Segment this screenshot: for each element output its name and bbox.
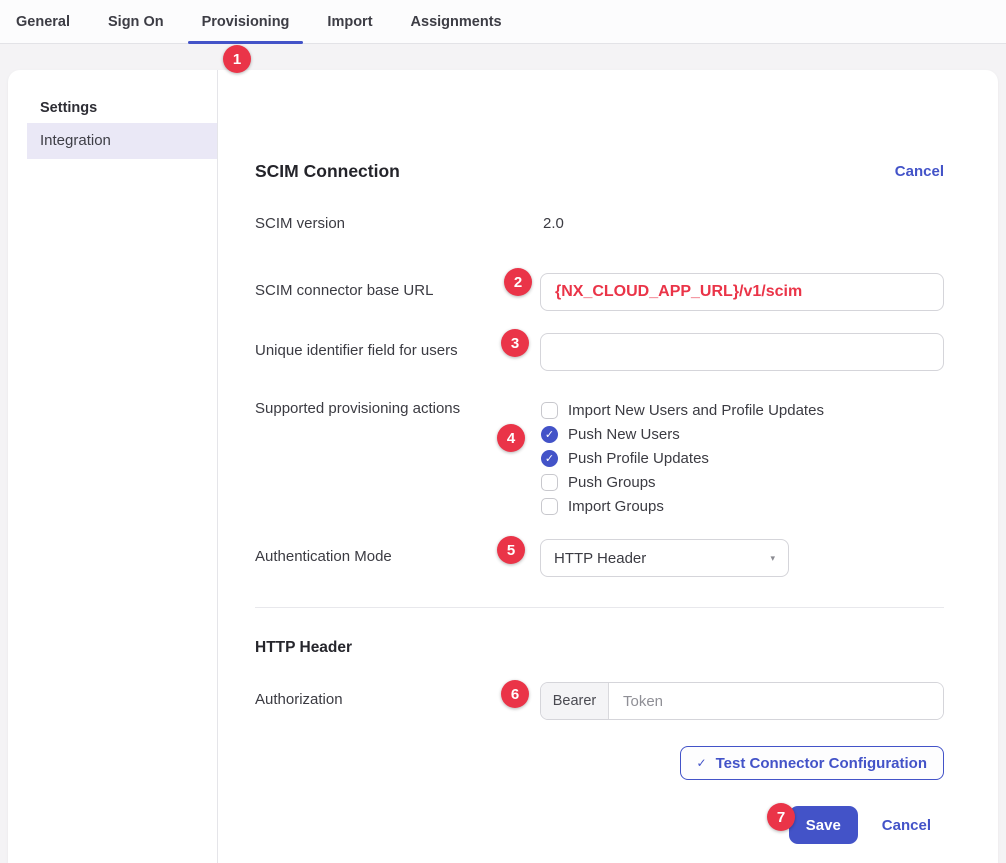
annotation-badge-7: 7	[767, 803, 795, 831]
page-title: SCIM Connection	[255, 161, 400, 182]
annotation-badge-6: 6	[501, 680, 529, 708]
unique-id-input[interactable]	[540, 333, 944, 371]
annotation-badge-4: 4	[497, 424, 525, 452]
actions-label: Supported provisioning actions	[255, 398, 540, 417]
cancel-link-bottom[interactable]: Cancel	[882, 817, 931, 834]
check-icon: ✓	[697, 756, 707, 770]
checkbox-icon[interactable]	[541, 474, 558, 491]
checkbox-icon[interactable]	[541, 498, 558, 515]
annotation-badge-5: 5	[497, 536, 525, 564]
tab-general[interactable]: General	[2, 0, 84, 43]
checkbox-label: Push New Users	[568, 426, 680, 443]
annotation-badge-1: 1	[223, 45, 251, 73]
checkbox-label: Import Groups	[568, 498, 664, 515]
provisioning-card: Settings Integration SCIM Connection Can…	[8, 70, 998, 863]
app-tab-bar: General Sign On Provisioning Import Assi…	[0, 0, 1006, 44]
section-divider	[255, 607, 944, 608]
token-input[interactable]	[609, 683, 943, 719]
annotation-badge-3: 3	[501, 329, 529, 357]
save-button[interactable]: Save	[789, 806, 858, 844]
cancel-link-top[interactable]: Cancel	[895, 163, 944, 180]
auth-mode-selected-value: HTTP Header	[554, 550, 646, 567]
checkbox-checked-icon[interactable]: ✓	[541, 450, 558, 467]
tab-sign-on[interactable]: Sign On	[94, 0, 178, 43]
checkbox-label: Push Groups	[568, 474, 656, 491]
unique-id-label: Unique identifier field for users	[255, 333, 540, 359]
checkbox-checked-icon[interactable]: ✓	[541, 426, 558, 443]
checkbox-label: Push Profile Updates	[568, 450, 709, 467]
chevron-down-icon: ▾	[770, 553, 775, 564]
scim-version-value: 2.0	[540, 215, 944, 232]
authorization-label: Authorization	[255, 682, 540, 708]
settings-sidebar: Settings Integration	[8, 70, 218, 863]
checkbox-push-new-users[interactable]: ✓ Push New Users	[541, 422, 944, 446]
http-header-section-title: HTTP Header	[255, 638, 944, 658]
test-button-label: Test Connector Configuration	[716, 755, 927, 772]
base-url-label: SCIM connector base URL	[255, 273, 540, 299]
checkbox-label: Import New Users and Profile Updates	[568, 402, 824, 419]
checkbox-import-new-users[interactable]: Import New Users and Profile Updates	[541, 398, 944, 422]
checkbox-push-groups[interactable]: Push Groups	[541, 470, 944, 494]
annotation-badge-2: 2	[504, 268, 532, 296]
bearer-prefix: Bearer	[541, 683, 609, 719]
sidebar-item-integration[interactable]: Integration	[27, 123, 217, 159]
scim-connection-form: SCIM Connection Cancel SCIM version 2.0 …	[218, 70, 998, 863]
authorization-input-group: Bearer	[540, 682, 944, 720]
tab-import[interactable]: Import	[313, 0, 386, 43]
auth-mode-select[interactable]: HTTP Header ▾	[540, 539, 789, 577]
test-connector-configuration-button[interactable]: ✓ Test Connector Configuration	[680, 746, 944, 780]
tab-provisioning[interactable]: Provisioning	[188, 0, 304, 43]
checkbox-push-profile-updates[interactable]: ✓ Push Profile Updates	[541, 446, 944, 470]
base-url-input[interactable]	[540, 273, 944, 311]
sidebar-header: Settings	[8, 98, 217, 118]
checkbox-import-groups[interactable]: Import Groups	[541, 494, 944, 518]
tab-assignments[interactable]: Assignments	[397, 0, 516, 43]
checkbox-icon[interactable]	[541, 402, 558, 419]
scim-version-label: SCIM version	[255, 215, 540, 232]
